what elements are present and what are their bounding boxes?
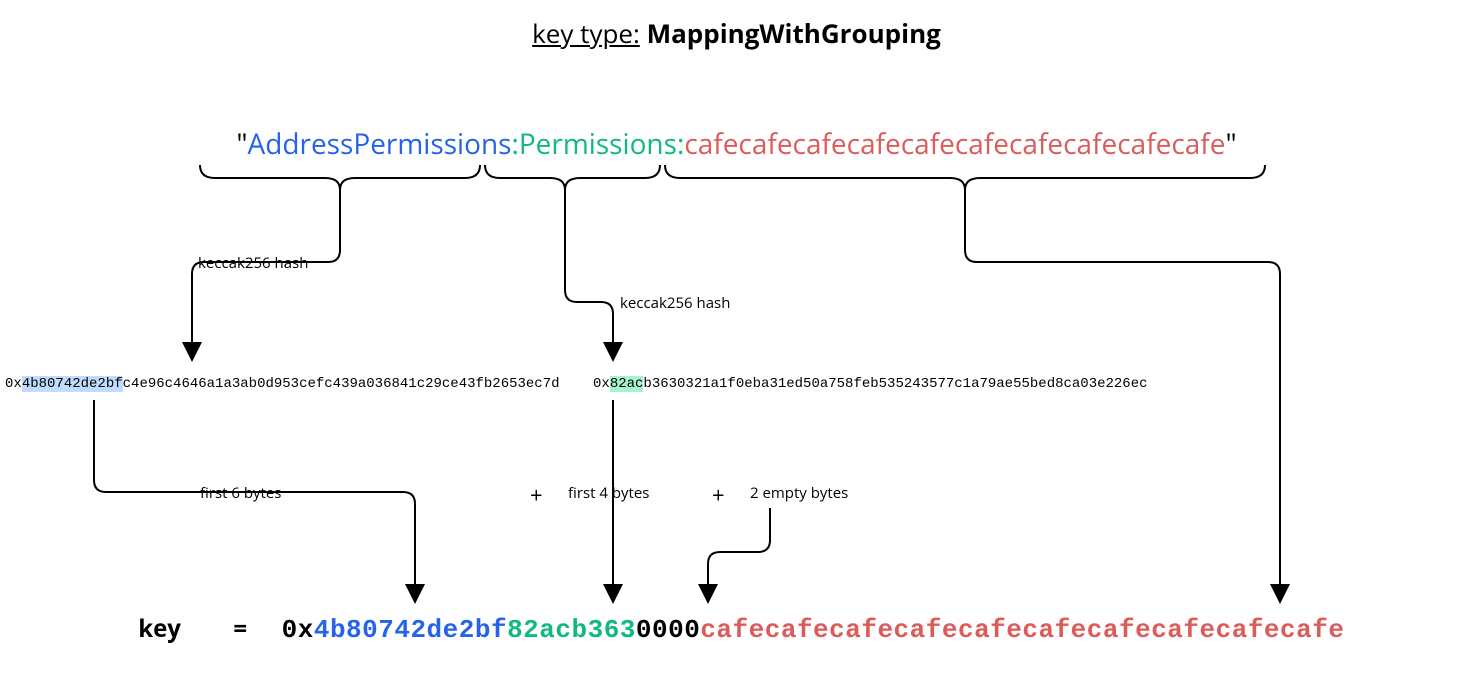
result-line: key = 0x4b80742de2bf82acb3630000cafecafe… <box>0 612 1473 645</box>
label-empty2: 2 empty bytes <box>750 483 848 503</box>
result-equals: = <box>233 612 247 645</box>
label-hash1: keccak256 hash <box>198 253 308 273</box>
hash2: 0x82acb3630321a1f0eba31ed50a758feb535243… <box>593 376 1148 392</box>
arrow-6 <box>708 508 770 600</box>
brace-3 <box>665 165 1265 190</box>
arrow-1 <box>192 190 340 358</box>
result-part2: 82acb363 <box>507 615 636 645</box>
result-prefix: 0x <box>282 615 314 645</box>
result-part1: 4b80742de2bf <box>314 615 507 645</box>
hash2-rest: b3630321a1f0eba31ed50a758feb535243577c1a… <box>643 376 1147 392</box>
arrow-2 <box>565 190 613 358</box>
plus-2: + <box>712 480 725 510</box>
brace-2 <box>485 165 660 190</box>
hash2-highlight: 82ac <box>610 376 644 392</box>
result-part3: 0000 <box>636 615 700 645</box>
hash1-prefix: 0x <box>5 376 22 392</box>
hash2-prefix: 0x <box>593 376 610 392</box>
arrow-3 <box>965 190 1280 600</box>
brace-1 <box>200 165 480 190</box>
label-first6: first 6 bytes <box>200 483 281 503</box>
braces-svg <box>0 0 1473 678</box>
result-label: key <box>138 612 181 645</box>
label-hash2: keccak256 hash <box>620 293 730 313</box>
result-part4: cafecafecafecafecafecafecafecafecafecafe <box>700 615 1344 645</box>
hash1-rest: c4e96c4646a1a3ab0d953cefc439a036841c29ce… <box>123 376 560 392</box>
label-first4: first 4 bytes <box>568 483 649 503</box>
hash1-highlight: 4b80742de2bf <box>22 376 123 392</box>
hash1: 0x4b80742de2bfc4e96c4646a1a3ab0d953cefc4… <box>5 376 560 392</box>
plus-1: + <box>530 480 543 510</box>
